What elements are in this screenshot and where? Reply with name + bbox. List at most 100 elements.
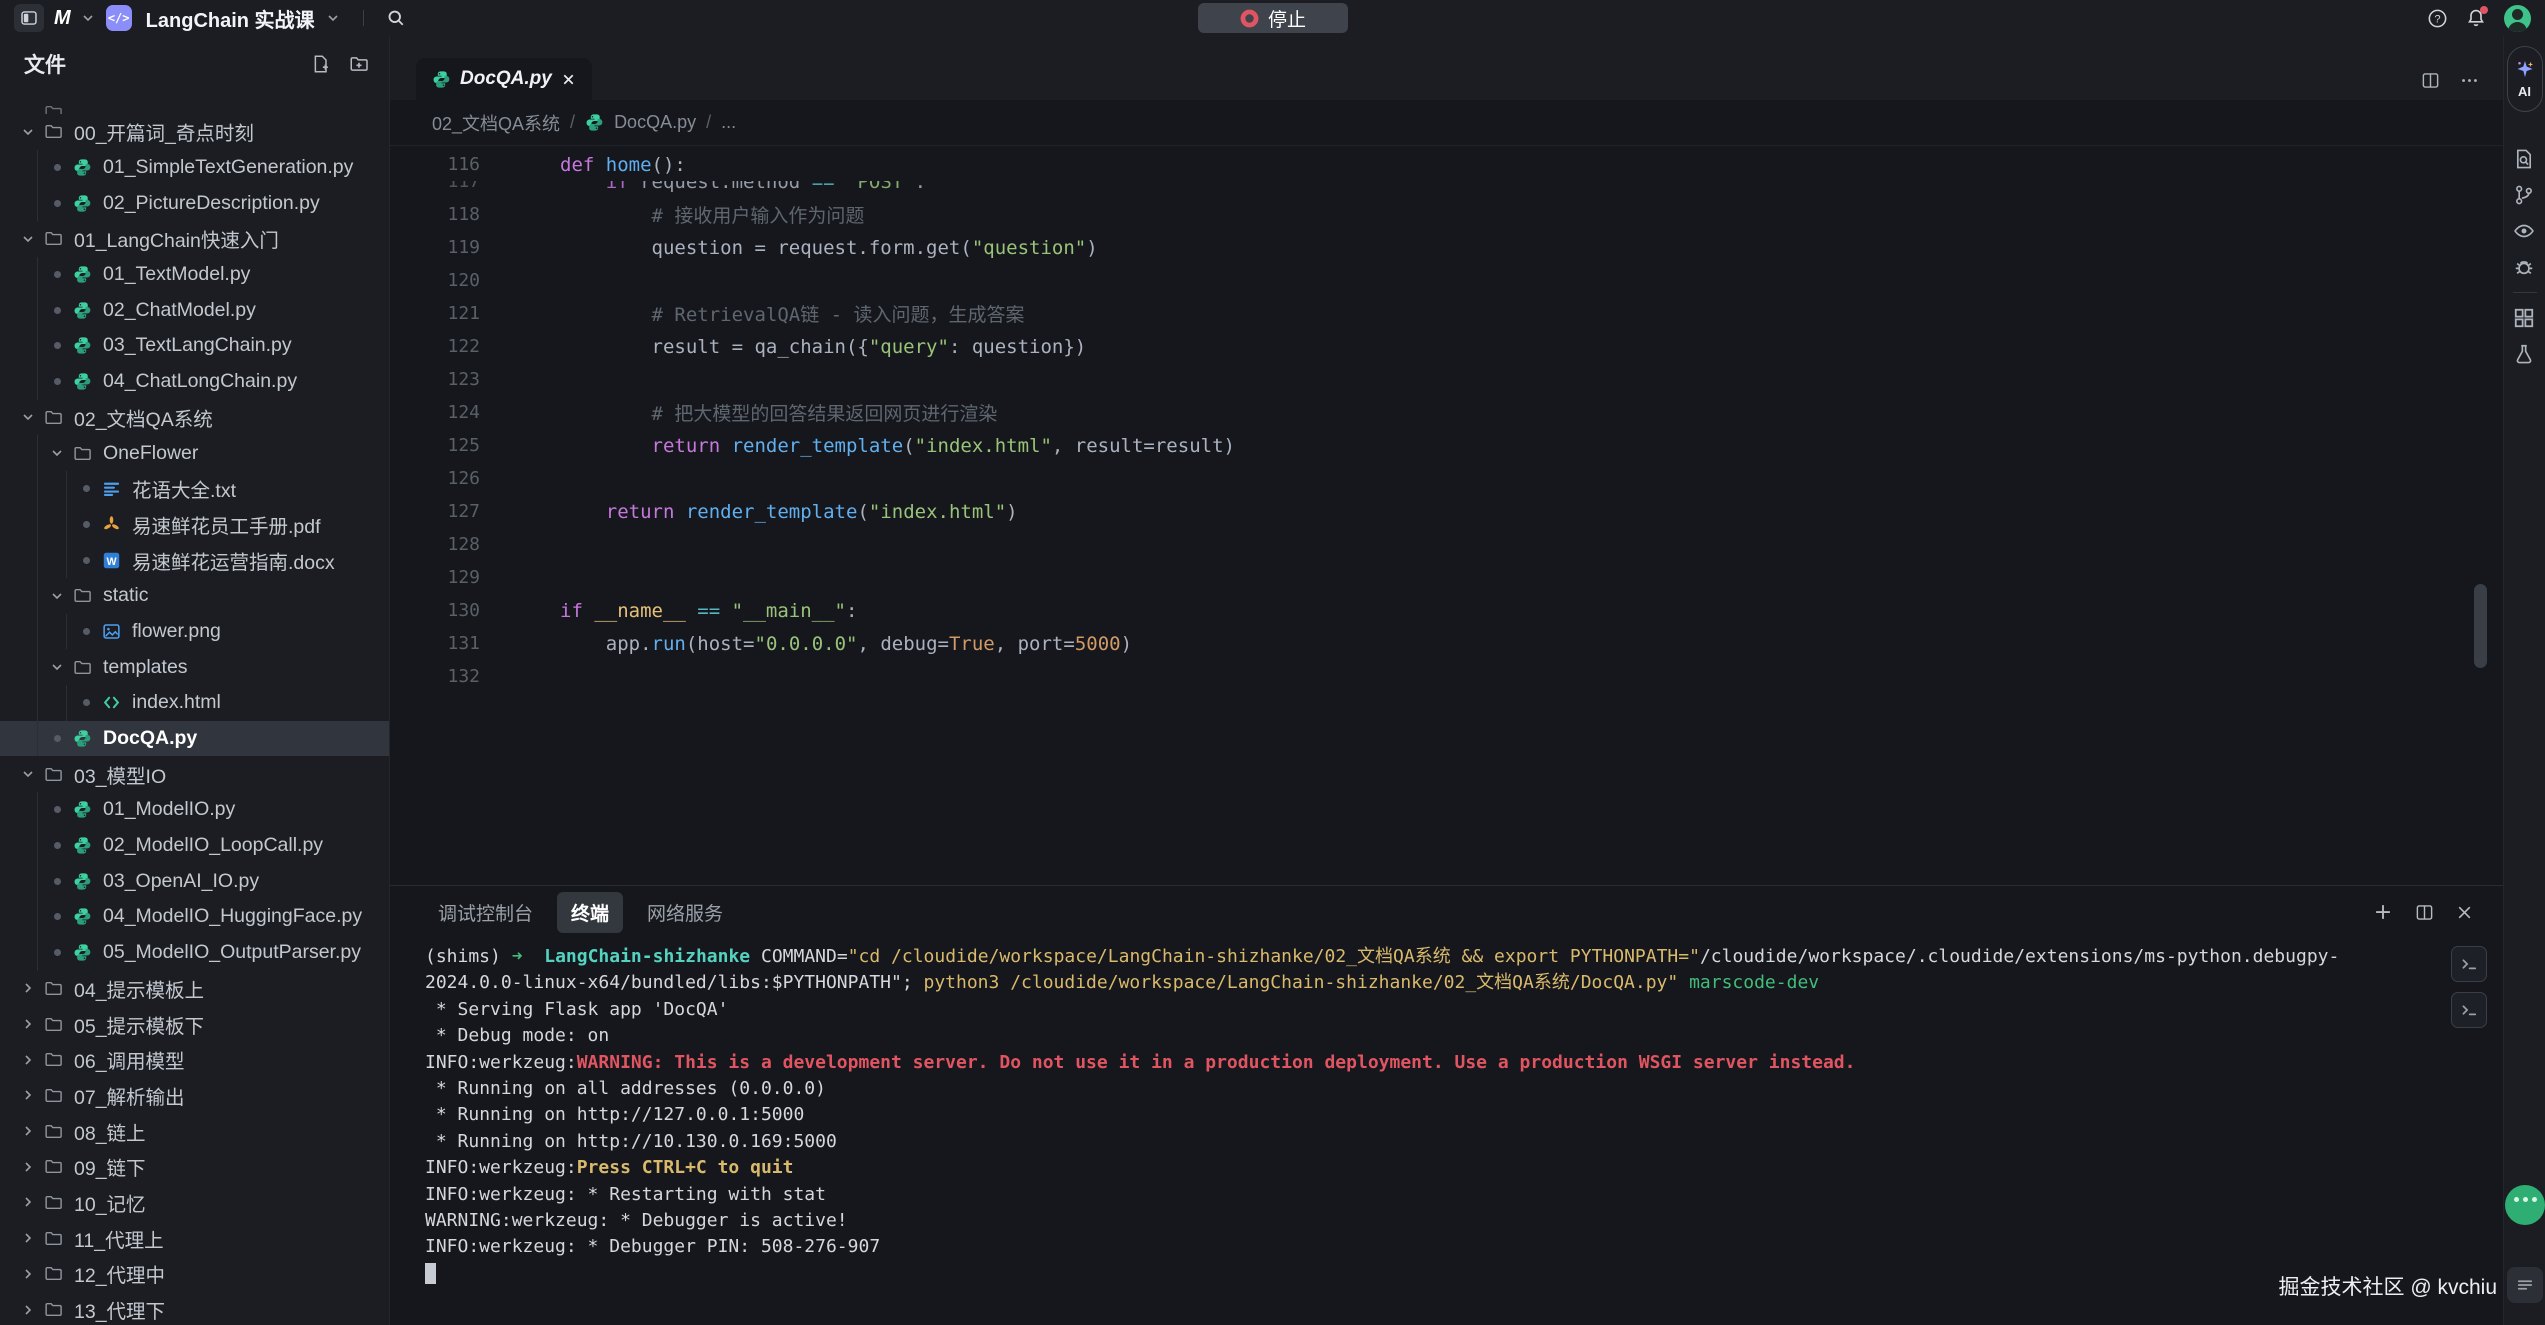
chevron-right-icon[interactable]	[16, 1302, 40, 1318]
split-terminal-icon[interactable]	[2415, 903, 2434, 922]
tree-item[interactable]: OneFlower	[0, 435, 389, 471]
chevron-right-icon[interactable]	[16, 1052, 40, 1068]
tree-item[interactable]: 05_ModelIO_OutputParser.py	[0, 935, 389, 971]
tree-item[interactable]: 00_开篇词_奇点时刻	[0, 114, 389, 150]
eye-icon[interactable]	[2513, 220, 2537, 242]
chevron-down-icon[interactable]	[45, 445, 69, 461]
terminal-output[interactable]: (shims) ➜ LangChain-shizhanke COMMAND="c…	[390, 938, 2503, 1325]
file-tree[interactable]: 00_开篇词_奇点时刻01_SimpleTextGeneration.py02_…	[0, 92, 389, 1325]
tree-item[interactable]: 04_ChatLongChain.py	[0, 364, 389, 400]
breadcrumb-folder[interactable]: 02_文档QA系统	[432, 110, 560, 136]
chevron-right-icon[interactable]	[16, 1266, 40, 1282]
tree-item[interactable]: 02_PictureDescription.py	[0, 185, 389, 221]
tree-item[interactable]: 03_模型IO	[0, 756, 389, 792]
tree-item[interactable]: 13_代理下	[0, 1292, 389, 1325]
chevron-down-icon[interactable]	[45, 588, 69, 604]
tree-item[interactable]: 12_代理中	[0, 1256, 389, 1292]
chevron-right-icon[interactable]	[16, 1087, 40, 1103]
split-editor-icon[interactable]	[2421, 71, 2440, 90]
breadcrumb-symbol[interactable]: ...	[721, 112, 736, 133]
line-number: 118	[390, 204, 480, 225]
tree-item[interactable]: index.html	[0, 685, 389, 721]
chevron-down-icon[interactable]	[16, 124, 40, 140]
code-line: 123	[390, 363, 2503, 396]
tree-item[interactable]: 07_解析输出	[0, 1078, 389, 1114]
chevron-right-icon[interactable]	[16, 1159, 40, 1175]
tree-item-label: 02_ChatModel.py	[103, 299, 256, 322]
tree-item[interactable]: W易速鲜花运营指南.docx	[0, 542, 389, 578]
tree-item[interactable]: 01_SimpleTextGeneration.py	[0, 150, 389, 186]
user-avatar[interactable]	[2504, 5, 2531, 32]
tree-item[interactable]: DocQA.py	[0, 721, 389, 757]
tree-item[interactable]: 05_提示模板下	[0, 1006, 389, 1042]
terminal-session-item[interactable]	[2451, 992, 2487, 1028]
chevron-right-icon[interactable]	[16, 1194, 40, 1210]
git-branch-icon[interactable]	[2513, 184, 2537, 206]
tree-item[interactable]: static	[0, 578, 389, 614]
panel-tab-终端[interactable]: 终端	[557, 892, 623, 933]
chevron-down-icon[interactable]	[16, 766, 40, 782]
tree-item[interactable]: 04_ModelIO_HuggingFace.py	[0, 899, 389, 935]
bottom-widget-icon[interactable]	[2507, 1267, 2543, 1303]
close-panel-icon[interactable]	[2456, 904, 2473, 921]
assistant-bubble[interactable]	[2505, 1185, 2545, 1225]
tree-item[interactable]: 06_调用模型	[0, 1042, 389, 1078]
tree-item[interactable]: 02_文档QA系统	[0, 400, 389, 436]
chevron-right-icon[interactable]	[16, 1230, 40, 1246]
tree-item[interactable]: 08_链上	[0, 1113, 389, 1149]
terminal-line: * Running on all addresses (0.0.0.0)	[425, 1076, 2503, 1102]
chevron-down-icon[interactable]	[45, 659, 69, 675]
extensions-icon[interactable]	[2513, 307, 2537, 329]
tree-item[interactable]: 01_ModelIO.py	[0, 792, 389, 828]
terminal-session-item[interactable]	[2451, 946, 2487, 982]
tree-item[interactable]: flower.png	[0, 614, 389, 650]
bug-icon[interactable]	[2513, 256, 2537, 278]
tree-item[interactable]: 易速鲜花员工手册.pdf	[0, 507, 389, 543]
chevron-down-icon[interactable]	[16, 231, 40, 247]
tree-item[interactable]: 02_ModelIO_LoopCall.py	[0, 828, 389, 864]
marscode-logo[interactable]: M	[54, 7, 70, 30]
notifications-button[interactable]	[2466, 8, 2486, 28]
tree-item[interactable]: 03_TextLangChain.py	[0, 328, 389, 364]
new-folder-icon[interactable]	[349, 54, 369, 74]
chevron-right-icon[interactable]	[16, 1123, 40, 1139]
python-icon	[69, 194, 95, 213]
code-editor[interactable]: 116def home():117 if request.method == '…	[390, 146, 2503, 885]
new-file-icon[interactable]	[311, 54, 331, 74]
chevron-down-icon[interactable]	[16, 409, 40, 425]
tree-item[interactable]: 花语大全.txt	[0, 471, 389, 507]
editor-scrollbar[interactable]	[2474, 584, 2487, 668]
tree-item[interactable]: 10_记忆	[0, 1185, 389, 1221]
ai-assistant-button[interactable]: AI	[2507, 46, 2543, 112]
chevron-right-icon[interactable]	[16, 980, 40, 996]
project-title[interactable]: LangChain 实战课	[146, 4, 315, 33]
tree-item[interactable]: 03_OpenAI_IO.py	[0, 863, 389, 899]
close-icon[interactable]	[561, 72, 576, 87]
folder-icon	[69, 586, 95, 605]
tree-item[interactable]: 04_提示模板上	[0, 971, 389, 1007]
more-actions-icon[interactable]	[2460, 71, 2479, 90]
tree-item[interactable]: 02_ChatModel.py	[0, 292, 389, 328]
breadcrumb-file[interactable]: DocQA.py	[614, 112, 696, 133]
help-icon[interactable]: ?	[2427, 8, 2448, 29]
chevron-down-icon[interactable]	[325, 10, 341, 26]
stop-button[interactable]: 停止	[1198, 3, 1348, 33]
tab-docqa[interactable]: DocQA.py	[416, 58, 592, 100]
tree-item[interactable]: 11_代理上	[0, 1220, 389, 1256]
tree-item[interactable]: 01_TextModel.py	[0, 257, 389, 293]
sidebar-toggle-button[interactable]	[14, 4, 44, 32]
tree-item[interactable]	[0, 92, 389, 114]
breadcrumb[interactable]: 02_文档QA系统 / DocQA.py / ...	[390, 100, 2503, 146]
chevron-right-icon[interactable]	[16, 1016, 40, 1032]
tree-item[interactable]: 01_LangChain快速入门	[0, 221, 389, 257]
search-icon[interactable]	[386, 8, 406, 28]
file-search-icon[interactable]	[2513, 148, 2537, 170]
new-terminal-icon[interactable]	[2373, 902, 2393, 922]
python-icon	[69, 301, 95, 320]
panel-tab-网络服务[interactable]: 网络服务	[633, 892, 737, 933]
tree-item[interactable]: templates	[0, 649, 389, 685]
panel-tab-调试控制台[interactable]: 调试控制台	[424, 892, 547, 933]
chevron-down-icon[interactable]	[80, 10, 96, 26]
flask-icon[interactable]	[2513, 343, 2537, 365]
tree-item[interactable]: 09_链下	[0, 1149, 389, 1185]
